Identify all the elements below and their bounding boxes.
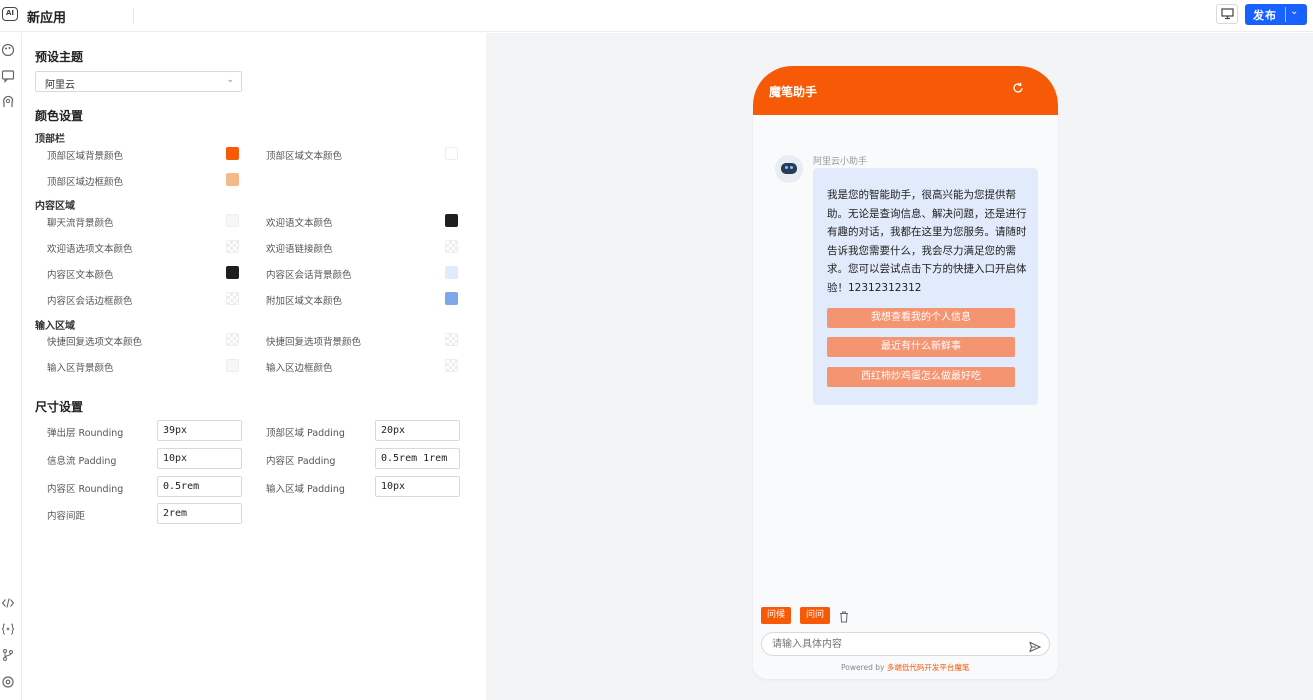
color-label: 欢迎语链接颜色 xyxy=(266,244,333,255)
variable-icon[interactable] xyxy=(1,622,15,636)
powered-by: Powered by 多端低代码开发平台魔笔 xyxy=(841,662,969,673)
quick-reply-button[interactable]: 西红柿炒鸡蛋怎么做最好吃 xyxy=(827,367,1015,387)
theme-select[interactable]: 阿里云 ⌄ xyxy=(35,71,242,92)
color-label: 内容区会话背景颜色 xyxy=(266,270,352,281)
color-label: 欢迎语文本颜色 xyxy=(266,218,333,229)
color-label: 顶部区域文本颜色 xyxy=(266,151,343,162)
color-label: 输入区背景颜色 xyxy=(47,363,114,374)
size-input-header-padding[interactable]: 20px xyxy=(375,420,460,441)
color-swatch[interactable] xyxy=(445,333,458,346)
size-label: 弹出层 Rounding xyxy=(47,428,124,439)
branch-icon[interactable] xyxy=(1,648,15,662)
settings-icon[interactable] xyxy=(1,675,15,689)
size-label: 内容区 Rounding xyxy=(47,484,124,495)
publish-button[interactable]: 发布 ⌄ xyxy=(1245,4,1307,25)
bot-name: 阿里云小助手 xyxy=(813,157,868,167)
quick-reply-button[interactable]: 最近有什么新鲜事 xyxy=(827,337,1015,357)
welcome-bubble: 我是您的智能助手，很高兴能为您提供帮助。无论是查询信息、解决问题，还是进行有趣的… xyxy=(813,168,1038,405)
powered-by-prefix: Powered by xyxy=(841,663,887,672)
color-swatch[interactable] xyxy=(445,266,458,279)
size-label: 内容间距 xyxy=(47,511,86,522)
size-input-feed-padding[interactable]: 10px xyxy=(157,448,242,469)
group-title-topbar: 顶部栏 xyxy=(35,134,65,145)
app-logo-icon[interactable]: AI xyxy=(2,7,18,21)
color-label: 内容区会话边框颜色 xyxy=(47,296,133,307)
bot-avatar xyxy=(775,155,803,183)
chat-title: 魔笔助手 xyxy=(769,85,818,99)
send-icon[interactable] xyxy=(1029,638,1042,657)
chat-input[interactable] xyxy=(772,637,1012,652)
color-swatch[interactable] xyxy=(226,359,239,372)
color-label: 欢迎语选项文本颜色 xyxy=(47,244,133,255)
head-icon[interactable] xyxy=(1,95,15,109)
chat-header: 魔笔助手 xyxy=(753,66,1058,115)
publish-separator xyxy=(1285,7,1286,22)
trash-icon[interactable] xyxy=(839,608,849,623)
size-input-content-rounding[interactable]: 0.5rem xyxy=(157,476,242,497)
size-label: 顶部区域 Padding xyxy=(266,428,345,439)
color-swatch[interactable] xyxy=(445,240,458,253)
palette-icon[interactable] xyxy=(1,43,15,57)
group-title-input: 输入区域 xyxy=(35,321,75,332)
settings-panel: 预设主题 阿里云 ⌄ 颜色设置 顶部栏 顶部区域背景颜色 顶部区域文本颜色 顶部… xyxy=(23,33,486,700)
color-swatch[interactable] xyxy=(226,292,239,305)
size-input-popup-rounding[interactable]: 39px xyxy=(157,420,242,441)
powered-by-brand-link[interactable]: 多端低代码开发平台魔笔 xyxy=(887,663,970,672)
color-label: 聊天流背景颜色 xyxy=(47,218,114,229)
left-rail xyxy=(0,33,22,700)
welcome-text: 我是您的智能助手，很高兴能为您提供帮助。无论是查询信息、解决问题，还是进行有趣的… xyxy=(827,189,1027,294)
color-swatch[interactable] xyxy=(226,333,239,346)
divider xyxy=(133,8,134,24)
color-label: 快捷回复选项背景颜色 xyxy=(266,337,362,348)
chat-icon[interactable] xyxy=(1,69,15,83)
quick-reply-button[interactable]: 我想查看我的个人信息 xyxy=(827,308,1015,328)
theme-section-title: 预设主题 xyxy=(35,50,84,64)
size-input-content-padding[interactable]: 0.5rem 1rem xyxy=(375,448,460,469)
top-bar: AI 新应用 发布 ⌄ xyxy=(0,0,1313,32)
size-label: 信息流 Padding xyxy=(47,456,117,467)
color-swatch[interactable] xyxy=(445,147,458,160)
chevron-down-icon[interactable]: ⌄ xyxy=(1290,6,1298,17)
color-label: 顶部区域边框颜色 xyxy=(47,177,124,188)
size-label: 内容区 Padding xyxy=(266,456,336,467)
shortcut-tag[interactable]: 问候 xyxy=(761,607,792,624)
app-title: 新应用 xyxy=(27,11,67,26)
color-swatch[interactable] xyxy=(226,173,239,186)
color-swatch[interactable] xyxy=(445,292,458,305)
size-label: 输入区域 Padding xyxy=(266,484,345,495)
color-label: 输入区边框颜色 xyxy=(266,363,333,374)
color-swatch[interactable] xyxy=(445,359,458,372)
color-swatch[interactable] xyxy=(226,147,239,160)
color-label: 顶部区域背景颜色 xyxy=(47,151,124,162)
chat-input-box[interactable] xyxy=(761,632,1050,656)
desktop-preview-button[interactable] xyxy=(1216,4,1238,24)
color-swatch[interactable] xyxy=(226,240,239,253)
size-input-input-padding[interactable]: 10px xyxy=(375,476,460,497)
publish-label: 发布 xyxy=(1253,9,1277,22)
preview-area: 魔笔助手 阿里云小助手 我是您的智能助手，很高兴能为您提供帮助。无论是查询信息、… xyxy=(486,33,1313,700)
size-section-title: 尺寸设置 xyxy=(35,400,84,414)
group-title-content: 内容区域 xyxy=(35,201,75,212)
color-label: 快捷回复选项文本颜色 xyxy=(47,337,143,348)
chat-widget-preview: 魔笔助手 阿里云小助手 我是您的智能助手，很高兴能为您提供帮助。无论是查询信息、… xyxy=(753,66,1058,679)
color-swatch[interactable] xyxy=(226,214,239,227)
chevron-down-icon: ⌄ xyxy=(226,75,234,85)
refresh-icon[interactable] xyxy=(1012,82,1024,97)
color-swatch[interactable] xyxy=(445,214,458,227)
color-label: 附加区域文本颜色 xyxy=(266,296,343,307)
shortcut-tag[interactable]: 问问 xyxy=(800,607,831,624)
size-input-content-gap[interactable]: 2rem xyxy=(157,503,242,524)
robot-icon xyxy=(781,163,797,174)
color-section-title: 颜色设置 xyxy=(35,109,84,123)
monitor-icon xyxy=(1221,8,1234,20)
color-swatch[interactable] xyxy=(226,266,239,279)
theme-select-value: 阿里云 xyxy=(45,80,75,91)
code-icon[interactable] xyxy=(1,596,15,610)
color-label: 内容区文本颜色 xyxy=(47,270,114,281)
